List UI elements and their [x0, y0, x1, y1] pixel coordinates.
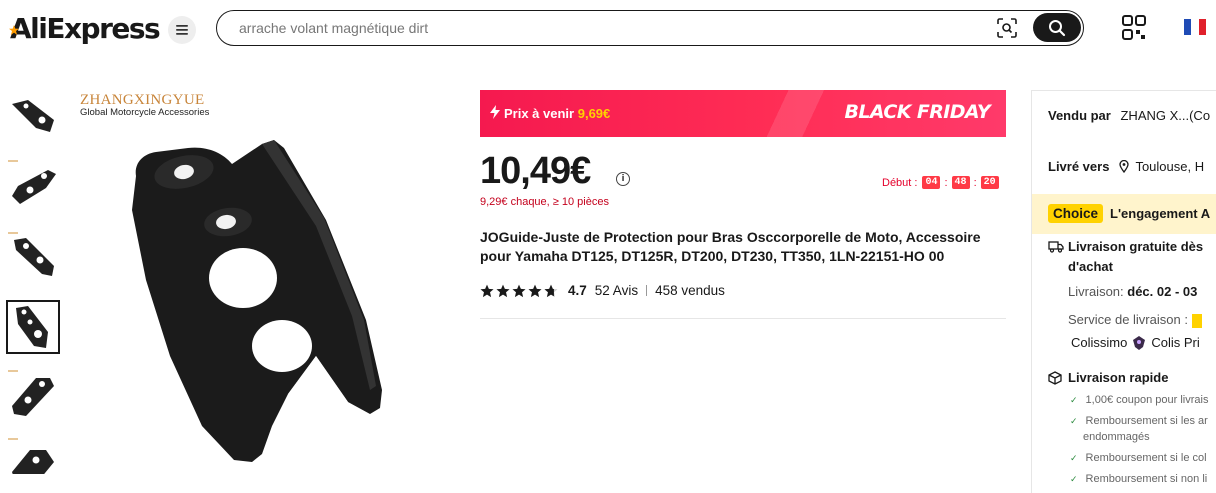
divider	[646, 285, 648, 296]
rating-row: 4.7 52 Avis 458 vendus	[480, 283, 725, 298]
sold-by-label: Vendu par	[1048, 108, 1111, 123]
countdown-hours: 04	[922, 176, 941, 189]
carrier-logo-icon	[1133, 335, 1146, 350]
black-friday-label: BLACK FRIDAY	[844, 101, 990, 123]
chain-guide-part-image	[132, 140, 382, 462]
upcoming-price: Prix à venir 9,69€	[504, 106, 610, 121]
choice-banner[interactable]: Choice L'engagement A	[1032, 194, 1216, 234]
search-icon	[1049, 19, 1066, 36]
search-input[interactable]	[239, 18, 959, 38]
thumbnail-selected[interactable]	[6, 300, 60, 354]
ship-to-row[interactable]: Livré vers Toulouse, H	[1048, 159, 1204, 174]
service-label: Service de livraison :	[1068, 312, 1188, 327]
countdown-label: Début :	[882, 176, 918, 189]
countdown-timer: Début : 04 : 48 : 20	[882, 176, 1001, 189]
delivery-date-row: Livraison: déc. 02 - 03	[1068, 284, 1197, 299]
service-badge-icon	[1191, 313, 1202, 328]
upcoming-price-label: Prix à venir	[504, 106, 575, 121]
part-thumbnail-icon	[8, 160, 56, 204]
hamburger-icon	[176, 25, 188, 35]
perk-item: ✓ 1,00€ coupon pour livrais	[1070, 394, 1208, 406]
check-icon: ✓	[1070, 416, 1078, 426]
ship-to-label: Livré vers	[1048, 159, 1110, 174]
part-thumbnail-icon	[8, 232, 54, 276]
product-price: 10,49€	[480, 150, 591, 192]
aliexpress-logo[interactable]: AliExpress	[9, 12, 161, 45]
perk-item: ✓ Remboursement si le col	[1070, 452, 1207, 464]
seller-name: ZHANG X...(Co	[1120, 108, 1211, 123]
search-bar	[216, 10, 1084, 46]
rating-score: 4.7	[568, 283, 587, 298]
ship-to-value: Toulouse, H	[1135, 159, 1205, 174]
thumbnail[interactable]	[6, 158, 60, 212]
info-icon[interactable]: i	[616, 172, 630, 186]
thumbnail[interactable]	[6, 230, 60, 284]
star-rating[interactable]	[480, 284, 560, 298]
half-star-icon	[544, 284, 558, 297]
section-divider	[480, 318, 1006, 319]
thumbnail[interactable]	[6, 90, 60, 144]
check-icon: ✓	[1070, 453, 1078, 463]
perk-item: ✓ Remboursement si non li	[1070, 473, 1207, 485]
check-icon: ✓	[1070, 474, 1078, 484]
delivery-label: Livraison:	[1068, 284, 1124, 299]
perk-item-continued: endommagés	[1083, 431, 1150, 443]
sold-count: 458 vendus	[655, 283, 725, 298]
image-search-icon[interactable]	[997, 18, 1017, 38]
free-delivery-text: Livraison gratuite dès	[1068, 239, 1204, 254]
sold-by-row[interactable]: Vendu par ZHANG X...(Co	[1048, 108, 1210, 123]
part-thumbnail-icon	[16, 306, 48, 348]
package-icon	[1048, 370, 1062, 385]
qr-code-icon[interactable]	[1122, 15, 1146, 41]
main-product-image[interactable]: ZHANGXINGYUE Global Motorcycle Accessori…	[76, 90, 466, 490]
product-title: JOGuide-Juste de Protection pour Bras Os…	[480, 229, 981, 264]
part-thumbnail-icon	[8, 438, 54, 474]
bulk-price: 9,29€ chaque, ≥ 10 pièces	[480, 196, 609, 208]
part-thumbnail-icon	[12, 100, 54, 132]
delivery-date: déc. 02 - 03	[1127, 284, 1198, 299]
perk-item: ✓ Remboursement si les ar	[1070, 415, 1208, 427]
star-icon	[528, 284, 542, 297]
countdown-minutes: 48	[951, 176, 970, 189]
top-header: AliExpress	[0, 0, 1216, 60]
black-friday-banner: Prix à venir 9,69€ BLACK FRIDAY	[480, 90, 1006, 137]
perk-text: Remboursement si non li	[1085, 473, 1208, 485]
choice-commitment: L'engagement A	[1110, 206, 1211, 221]
part-thumbnail-icon	[8, 370, 54, 416]
upcoming-price-amount: 9,69€	[577, 106, 611, 121]
search-button[interactable]	[1033, 13, 1081, 42]
logo-text: AliExpress	[10, 12, 161, 45]
thumbnail[interactable]	[6, 436, 60, 474]
free-delivery-row: Livraison gratuite dès	[1048, 239, 1203, 254]
thumbnail[interactable]	[6, 368, 60, 422]
perk-text: Remboursement si le col	[1085, 452, 1207, 464]
free-delivery-text-2: d'achat	[1068, 259, 1113, 274]
star-icon	[480, 284, 494, 297]
reviews-link[interactable]: 52 Avis	[595, 283, 638, 298]
carriers-row: Colissimo Colis Pri	[1071, 335, 1200, 350]
choice-badge: Choice	[1048, 204, 1104, 223]
perk-text: 1,00€ coupon pour livrais	[1085, 394, 1209, 406]
menu-button[interactable]	[168, 16, 196, 44]
truck-icon	[1048, 240, 1064, 253]
delivery-service-row: Service de livraison :	[1068, 312, 1202, 328]
lightning-icon	[490, 105, 500, 119]
fast-delivery-row: Livraison rapide	[1048, 370, 1168, 385]
location-pin-icon	[1119, 160, 1130, 173]
check-icon: ✓	[1070, 395, 1078, 405]
carrier-colis-prive: Colis Pri	[1151, 335, 1200, 350]
countdown-seconds: 20	[980, 176, 999, 189]
carrier-colissimo: Colissimo	[1071, 335, 1128, 350]
star-icon	[512, 284, 526, 297]
france-flag-icon[interactable]	[1184, 19, 1206, 35]
star-icon	[496, 284, 510, 297]
fast-delivery-title: Livraison rapide	[1068, 370, 1169, 385]
perk-text: Remboursement si les ar	[1085, 415, 1208, 427]
logo-star-icon	[9, 25, 19, 35]
